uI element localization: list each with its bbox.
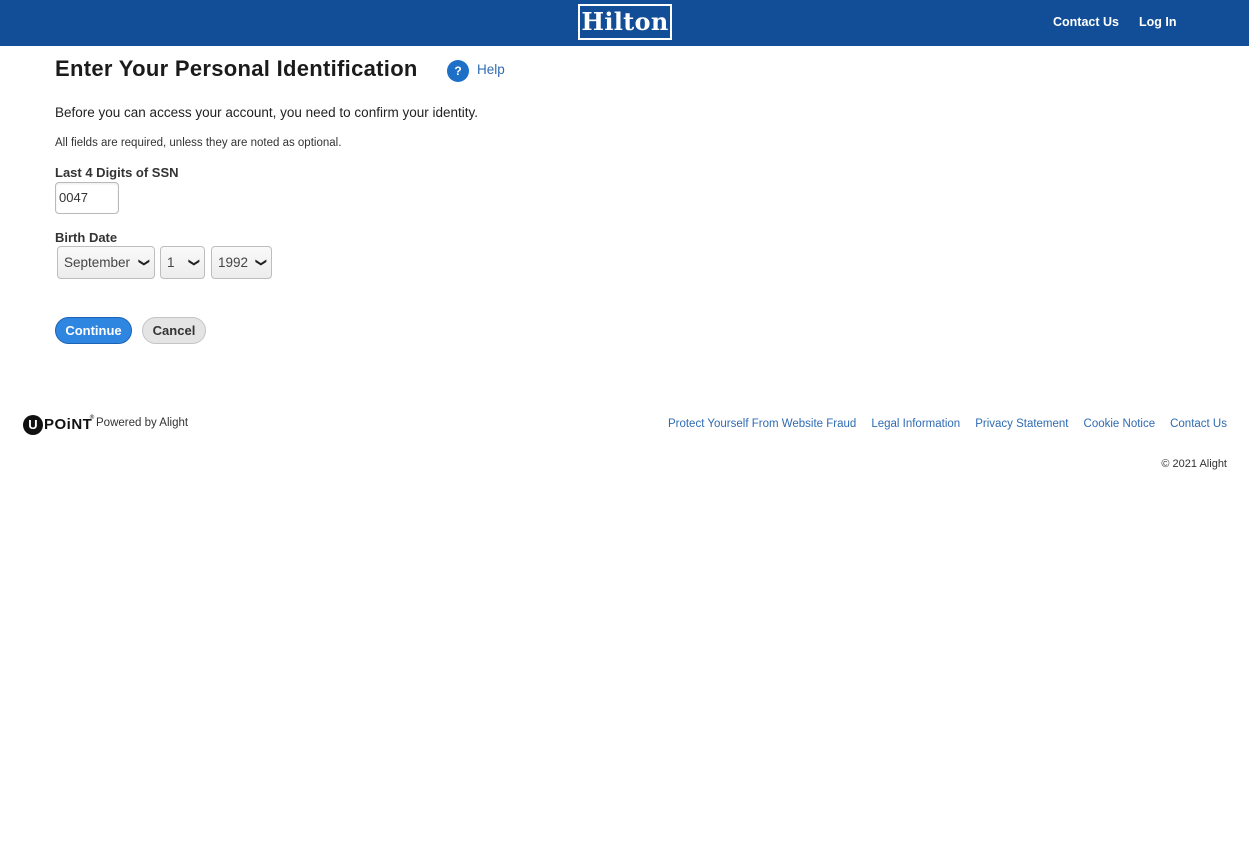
help-link[interactable]: Help xyxy=(477,62,505,77)
upoint-u-mark: U xyxy=(23,415,43,435)
upoint-wordmark: POiNT xyxy=(44,416,93,433)
birth-month-value: September xyxy=(64,255,131,270)
birth-year-select[interactable]: 1992 ❯ xyxy=(211,246,272,279)
birth-date-label: Birth Date xyxy=(55,230,118,245)
chevron-down-icon: ❯ xyxy=(254,257,267,268)
footer-link-fraud[interactable]: Protect Yourself From Website Fraud xyxy=(668,418,856,430)
footer-link-cookie[interactable]: Cookie Notice xyxy=(1084,418,1156,430)
cancel-button[interactable]: Cancel xyxy=(142,317,206,344)
footer-link-privacy[interactable]: Privacy Statement xyxy=(975,418,1068,430)
page-title: Enter Your Personal Identification xyxy=(55,56,418,81)
help-icon[interactable]: ? xyxy=(447,60,469,82)
chevron-down-icon: ❯ xyxy=(187,257,200,268)
continue-button[interactable]: Continue xyxy=(55,317,132,344)
hilton-logo[interactable]: Hilton xyxy=(578,4,672,40)
ssn-input[interactable]: 0047 xyxy=(55,182,119,214)
birth-month-select[interactable]: September ❯ xyxy=(57,246,155,279)
intro-text: Before you can access your account, you … xyxy=(55,105,478,120)
header-contact-us-link[interactable]: Contact Us xyxy=(1053,15,1119,29)
header-log-in-link[interactable]: Log In xyxy=(1139,15,1177,29)
footer-link-contact[interactable]: Contact Us xyxy=(1170,418,1227,430)
required-fields-note: All fields are required, unless they are… xyxy=(55,137,342,149)
birth-day-select[interactable]: 1 ❯ xyxy=(160,246,205,279)
top-header: Hilton Contact Us Log In xyxy=(0,0,1249,46)
chevron-down-icon: ❯ xyxy=(137,257,150,268)
birth-day-value: 1 xyxy=(167,255,175,270)
upoint-trademark: ® xyxy=(89,414,95,421)
footer-link-legal[interactable]: Legal Information xyxy=(871,418,960,430)
powered-by-text: Powered by Alight xyxy=(96,417,189,429)
copyright-text: © 2021 Alight xyxy=(1161,458,1227,470)
birth-year-value: 1992 xyxy=(218,255,249,270)
ssn-label: Last 4 Digits of SSN xyxy=(55,165,179,180)
footer-links: Protect Yourself From Website Fraud Lega… xyxy=(668,418,1227,430)
